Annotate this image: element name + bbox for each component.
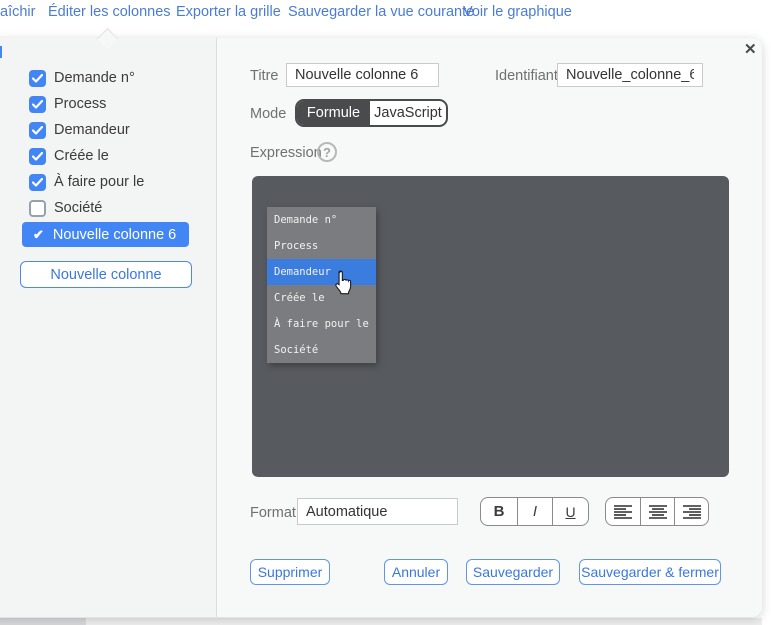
underlying-grid-row	[86, 618, 762, 625]
autocomplete-dropdown: Demande n° Process Demandeur Créée le À …	[267, 207, 376, 363]
align-left-button[interactable]	[606, 498, 640, 525]
autocomplete-item[interactable]: Société	[267, 337, 376, 363]
column-toggle-a-faire-pour-le[interactable]: À faire pour le	[29, 169, 144, 195]
align-right-icon	[683, 505, 701, 519]
toolbar-item-refresh[interactable]: aîchir	[0, 3, 35, 21]
autocomplete-item[interactable]: À faire pour le	[267, 311, 376, 337]
column-label: Process	[54, 96, 106, 112]
format-input[interactable]	[297, 498, 458, 525]
bold-button[interactable]: B	[481, 498, 517, 525]
column-label: Créée le	[54, 148, 109, 164]
grid-column-editor-page: aîchir Éditer les colonnes Exporter la g…	[0, 0, 771, 625]
column-toggle-process[interactable]: Process	[29, 91, 106, 117]
checkbox-checked-icon[interactable]	[29, 122, 46, 139]
autocomplete-item[interactable]: Process	[267, 233, 376, 259]
autocomplete-item-highlighted[interactable]: Demandeur	[267, 259, 376, 285]
underlying-grid-header	[0, 618, 86, 625]
toolbar-item-edit-columns[interactable]: Éditer les colonnes	[48, 3, 171, 21]
toolbar-item-view-chart[interactable]: Voir le graphique	[463, 3, 572, 21]
align-group	[605, 497, 709, 526]
format-label: Format	[250, 505, 296, 521]
save-and-close-button[interactable]: Sauvegarder & fermer	[579, 559, 721, 585]
clipped-underlying-icon	[0, 46, 2, 58]
align-center-button[interactable]	[640, 498, 674, 525]
identifier-label: Identifiant	[495, 68, 558, 84]
save-button[interactable]: Sauvegarder	[466, 559, 560, 585]
autocomplete-item[interactable]: Demande n°	[267, 207, 376, 233]
column-label: Demande n°	[54, 70, 135, 86]
autocomplete-item[interactable]: Créée le	[267, 285, 376, 311]
column-label: À faire pour le	[54, 174, 144, 190]
mode-option-formule[interactable]: Formule	[297, 101, 370, 125]
identifier-input[interactable]	[557, 63, 703, 87]
underline-button[interactable]: U	[552, 498, 588, 525]
toolbar-item-save-view[interactable]: Sauvegarder la vue courante	[288, 3, 474, 21]
column-toggle-demandeur[interactable]: Demandeur	[29, 117, 130, 143]
close-icon[interactable]: ✕	[744, 40, 757, 58]
mode-option-javascript[interactable]: JavaScript	[370, 101, 446, 125]
column-toggle-demande-n[interactable]: Demande n°	[29, 65, 135, 91]
new-column-button[interactable]: Nouvelle colonne	[20, 261, 192, 288]
mode-label: Mode	[250, 106, 286, 122]
checkbox-checked-icon[interactable]	[29, 96, 46, 113]
align-right-button[interactable]	[674, 498, 708, 525]
title-label: Titre	[250, 68, 278, 84]
cancel-button[interactable]: Annuler	[384, 559, 448, 585]
column-label: Société	[54, 200, 102, 216]
align-center-icon	[649, 505, 667, 519]
selected-column-label: Nouvelle colonne 6	[53, 227, 176, 243]
align-left-icon	[614, 505, 632, 519]
help-icon[interactable]: ?	[317, 142, 337, 162]
checkmark-icon: ✔	[33, 227, 44, 243]
column-toggle-creee-le[interactable]: Créée le	[29, 143, 109, 169]
expression-label: Expression	[250, 145, 322, 161]
mode-toggle: Formule JavaScript	[295, 99, 448, 127]
column-label: Demandeur	[54, 122, 130, 138]
checkbox-checked-icon[interactable]	[29, 148, 46, 165]
italic-button[interactable]: I	[517, 498, 552, 525]
checkbox-checked-icon[interactable]	[29, 174, 46, 191]
checkbox-unchecked-icon[interactable]	[29, 200, 46, 217]
title-input[interactable]	[286, 63, 439, 87]
column-toggle-societe[interactable]: Société	[29, 195, 102, 221]
selected-column-item[interactable]: ✔ Nouvelle colonne 6	[22, 222, 189, 247]
checkbox-checked-icon[interactable]	[29, 70, 46, 87]
delete-button[interactable]: Supprimer	[250, 559, 330, 585]
toolbar-item-export-grid[interactable]: Exporter la grille	[176, 3, 281, 21]
text-style-group: B I U	[480, 497, 589, 526]
